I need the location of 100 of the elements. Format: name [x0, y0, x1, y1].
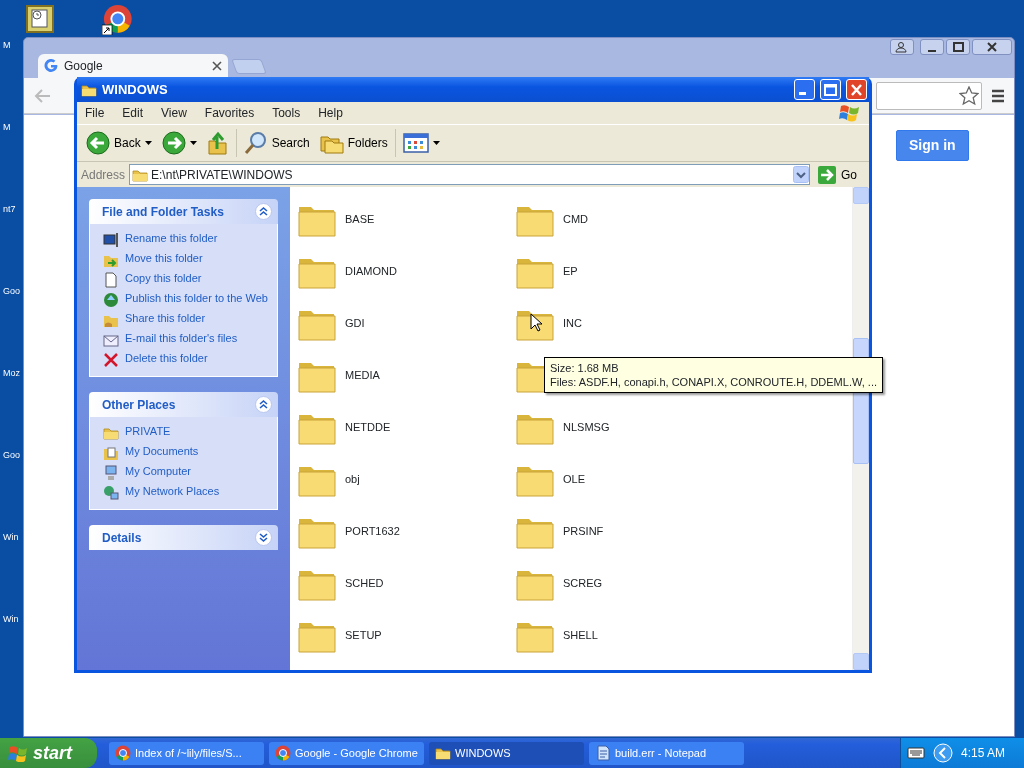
- expand-icon[interactable]: [255, 529, 272, 546]
- task-link[interactable]: Publish this folder to the Web: [125, 292, 268, 305]
- task-link[interactable]: Rename this folder: [125, 232, 218, 245]
- collapse-icon[interactable]: [255, 396, 272, 413]
- task-link[interactable]: Move this folder: [125, 252, 203, 265]
- search-button[interactable]: Search: [240, 129, 313, 157]
- close-icon: [984, 40, 1000, 54]
- folder-name[interactable]: NLSMSG: [563, 418, 610, 436]
- menu-item[interactable]: Favorites: [195, 104, 264, 122]
- folder-name[interactable]: EP: [563, 262, 578, 280]
- task-link[interactable]: Share this folder: [125, 312, 206, 325]
- desktop-icon-label[interactable]: Goo: [3, 450, 20, 461]
- close-icon[interactable]: [212, 61, 222, 71]
- task-link[interactable]: Copy this folder: [125, 272, 202, 285]
- tooltip-text: Size: 1.68 MB: [550, 361, 620, 375]
- view-grid-icon: [402, 133, 429, 153]
- folder-name[interactable]: MEDIA: [345, 366, 380, 384]
- dropdown-button[interactable]: [793, 166, 809, 183]
- panel-header[interactable]: Other Places: [89, 392, 278, 417]
- minimize-icon: [799, 92, 806, 95]
- panel-title: Other Places: [102, 396, 176, 414]
- folder-name[interactable]: DIAMOND: [345, 262, 397, 280]
- desktop-icon-label[interactable]: nt7: [3, 204, 16, 215]
- desktop-icon-label[interactable]: Moz: [3, 368, 20, 379]
- task-link[interactable]: My Network Places: [125, 485, 220, 498]
- panel-title: File and Folder Tasks: [102, 203, 224, 221]
- folder-name[interactable]: PRSINF: [563, 522, 604, 540]
- taskbar-button[interactable]: build.err - Notepad: [589, 741, 744, 765]
- minimize-button[interactable]: [920, 39, 944, 55]
- window-title: WINDOWS: [102, 80, 169, 99]
- address-value: E:\nt\PRIVATE\WINDOWS: [151, 166, 293, 184]
- desktop-icon-label[interactable]: Goo: [3, 286, 20, 297]
- taskbar-button[interactable]: Index of /~lily/files/S...: [109, 741, 264, 765]
- address-label: Address: [81, 166, 126, 184]
- clock-app-icon[interactable]: [26, 5, 54, 33]
- folder-name[interactable]: PORT1632: [345, 522, 400, 540]
- folder-name[interactable]: SCHED: [345, 574, 384, 592]
- close-button[interactable]: [972, 39, 1012, 55]
- desktop-icon-label[interactable]: Win: [3, 614, 19, 625]
- folder-name[interactable]: INC: [563, 314, 582, 332]
- network-icon: [103, 485, 119, 501]
- folder-name[interactable]: OLE: [563, 470, 585, 488]
- keyboard-icon[interactable]: [907, 747, 925, 759]
- menu-item[interactable]: View: [152, 104, 196, 122]
- star-icon[interactable]: [959, 86, 979, 106]
- folder-icon: [435, 745, 451, 761]
- folder-name[interactable]: CMD: [563, 210, 589, 228]
- task-link[interactable]: Delete this folder: [125, 352, 208, 365]
- profile-button[interactable]: [890, 39, 914, 55]
- folder-name[interactable]: NETDDE: [345, 418, 391, 436]
- task-link[interactable]: My Documents: [125, 445, 199, 458]
- back-button[interactable]: Back: [83, 129, 155, 157]
- browser-tab[interactable]: Google: [38, 54, 228, 78]
- folder-name[interactable]: SCREG: [563, 574, 603, 592]
- browser-icon: [115, 745, 131, 761]
- desktop-icon-label[interactable]: M: [3, 122, 11, 133]
- caret-icon: [189, 141, 197, 145]
- folder-name[interactable]: SHELL: [563, 626, 598, 644]
- folder-name[interactable]: obj: [345, 470, 360, 488]
- panel-header[interactable]: File and Folder Tasks: [89, 199, 278, 224]
- task-link[interactable]: My Computer: [125, 465, 192, 478]
- notepad-icon: [595, 745, 611, 761]
- folder-name[interactable]: GDI: [345, 314, 365, 332]
- globe-icon: [103, 292, 119, 308]
- tooltip-text: Files: ASDF.H, conapi.h, CONAPI.X, CONROUTE.H, DDEML.W, ...: [550, 375, 877, 389]
- monitor-icon: [103, 232, 119, 248]
- desktop-icon-label[interactable]: M: [3, 40, 11, 51]
- delete-icon: [103, 352, 119, 368]
- start-button[interactable]: start: [0, 738, 97, 768]
- maximize-button[interactable]: [946, 39, 970, 55]
- clock: 4:15 AM: [961, 745, 1006, 762]
- menu-item[interactable]: Tools: [263, 104, 310, 122]
- menu-item[interactable]: Help: [309, 104, 352, 122]
- taskbar-button[interactable]: WINDOWS: [429, 741, 584, 765]
- folder-name[interactable]: BASE: [345, 210, 375, 228]
- browser-shortcut-icon[interactable]: [102, 3, 134, 35]
- address-field[interactable]: [876, 82, 982, 110]
- folder-name[interactable]: SETUP: [345, 626, 382, 644]
- collapse-icon[interactable]: [255, 203, 272, 220]
- go-button[interactable]: Go: [814, 162, 865, 187]
- envelope-icon: [103, 332, 119, 348]
- tab-title: Google: [64, 58, 104, 75]
- google-logo-icon: [44, 59, 58, 73]
- task-link[interactable]: PRIVATE: [125, 425, 171, 438]
- panel-header[interactable]: Details: [89, 525, 278, 550]
- minimize-icon: [928, 50, 936, 52]
- folders-button[interactable]: Folders: [316, 130, 391, 156]
- taskbar-button[interactable]: Google - Google Chrome: [269, 741, 424, 765]
- task-link[interactable]: E-mail this folder's files: [125, 332, 238, 345]
- caret-icon: [432, 141, 440, 145]
- sign-in-button[interactable]: Sign in: [896, 130, 969, 161]
- menu-item[interactable]: File: [77, 104, 114, 122]
- folder-icon: [103, 425, 119, 441]
- menu-icon[interactable]: [991, 89, 1005, 103]
- desktop-icon-label[interactable]: Win: [3, 532, 19, 543]
- menu-item[interactable]: Edit: [113, 104, 153, 122]
- address-field[interactable]: E:\nt\PRIVATE\WINDOWS: [129, 164, 810, 185]
- expand-tray-icon[interactable]: [933, 743, 953, 763]
- caret-icon: [144, 141, 152, 145]
- browser-icon: [275, 745, 291, 761]
